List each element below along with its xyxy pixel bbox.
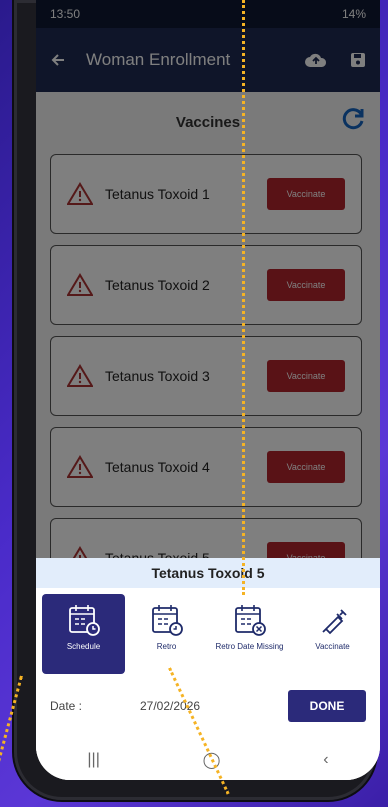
vaccinate-option[interactable]: Vaccinate	[291, 594, 374, 674]
calendar-x-icon	[234, 605, 266, 636]
option-row: Schedule Retro Retro Date Missing Vaccin…	[36, 588, 380, 674]
recent-apps-icon[interactable]: |||	[87, 751, 99, 769]
option-label: Vaccinate	[315, 642, 350, 651]
sheet-title: Tetanus Toxoid 5	[36, 558, 380, 588]
calendar-back-icon	[151, 605, 183, 636]
retro-option[interactable]: Retro	[125, 594, 208, 674]
retro-date-missing-option[interactable]: Retro Date Missing	[208, 594, 291, 674]
option-label: Retro Date Missing	[215, 642, 284, 651]
schedule-option[interactable]: Schedule	[42, 594, 125, 674]
date-value[interactable]: 27/02/2026	[140, 699, 288, 713]
phone-frame: 13:50 14% Woman Enrollment Vaccines	[14, 0, 380, 800]
date-label: Date :	[50, 699, 83, 713]
option-label: Schedule	[66, 642, 101, 651]
dotted-guide-line	[242, 0, 245, 595]
option-label: Retro	[156, 642, 177, 651]
back-icon[interactable]: ‹	[323, 751, 328, 769]
date-row: Date : 27/02/2026 DONE	[36, 690, 380, 722]
system-nav-bar: ||| ◯ ‹	[36, 740, 380, 780]
done-button[interactable]: DONE	[288, 690, 366, 722]
screen: 13:50 14% Woman Enrollment Vaccines	[36, 0, 380, 780]
syringe-icon	[321, 609, 347, 635]
calendar-clock-icon	[68, 605, 100, 636]
